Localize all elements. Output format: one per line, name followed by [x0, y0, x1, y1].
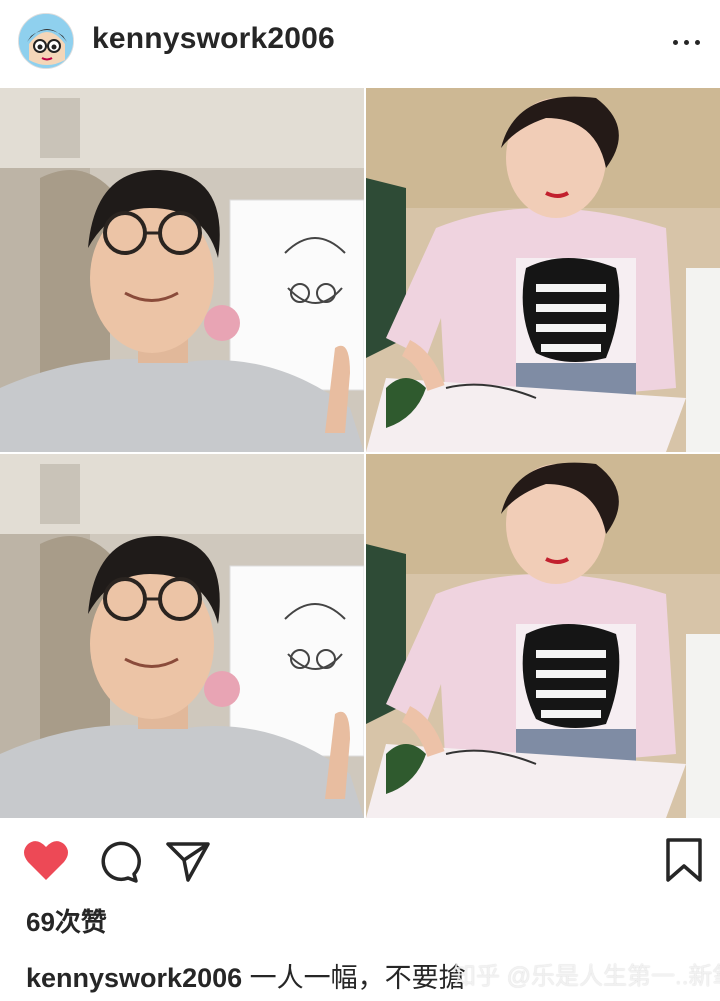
comment-icon	[101, 841, 141, 883]
like-button[interactable]	[22, 838, 70, 884]
more-options-button[interactable]	[664, 24, 708, 60]
photo-woman-bottom	[366, 454, 720, 818]
photo-man-bottom	[0, 454, 364, 818]
caption-username[interactable]: kennyswork2006	[26, 963, 242, 993]
post-username[interactable]: kennyswork2006	[92, 22, 335, 56]
post-action-bar	[0, 818, 720, 904]
photo-woman-top	[366, 88, 720, 452]
caption-text: 一人一幅，不要搶	[242, 963, 466, 993]
profile-avatar[interactable]	[18, 13, 74, 69]
post-caption: kennyswork2006 一人一幅，不要搶	[26, 956, 466, 995]
comment-button[interactable]	[94, 838, 142, 884]
watermark: 知乎 @乐是人生第一..新氧	[452, 963, 720, 990]
post-header: kennyswork2006	[0, 0, 720, 88]
likes-count[interactable]: 69次赞	[26, 902, 107, 939]
send-icon	[166, 842, 210, 882]
share-button[interactable]	[164, 838, 212, 884]
photo-man-top	[0, 88, 364, 452]
heart-icon	[24, 841, 68, 880]
post-image[interactable]	[0, 88, 720, 818]
bookmark-icon	[666, 838, 702, 882]
save-button[interactable]	[664, 836, 704, 884]
more-dots-icon	[672, 39, 678, 45]
